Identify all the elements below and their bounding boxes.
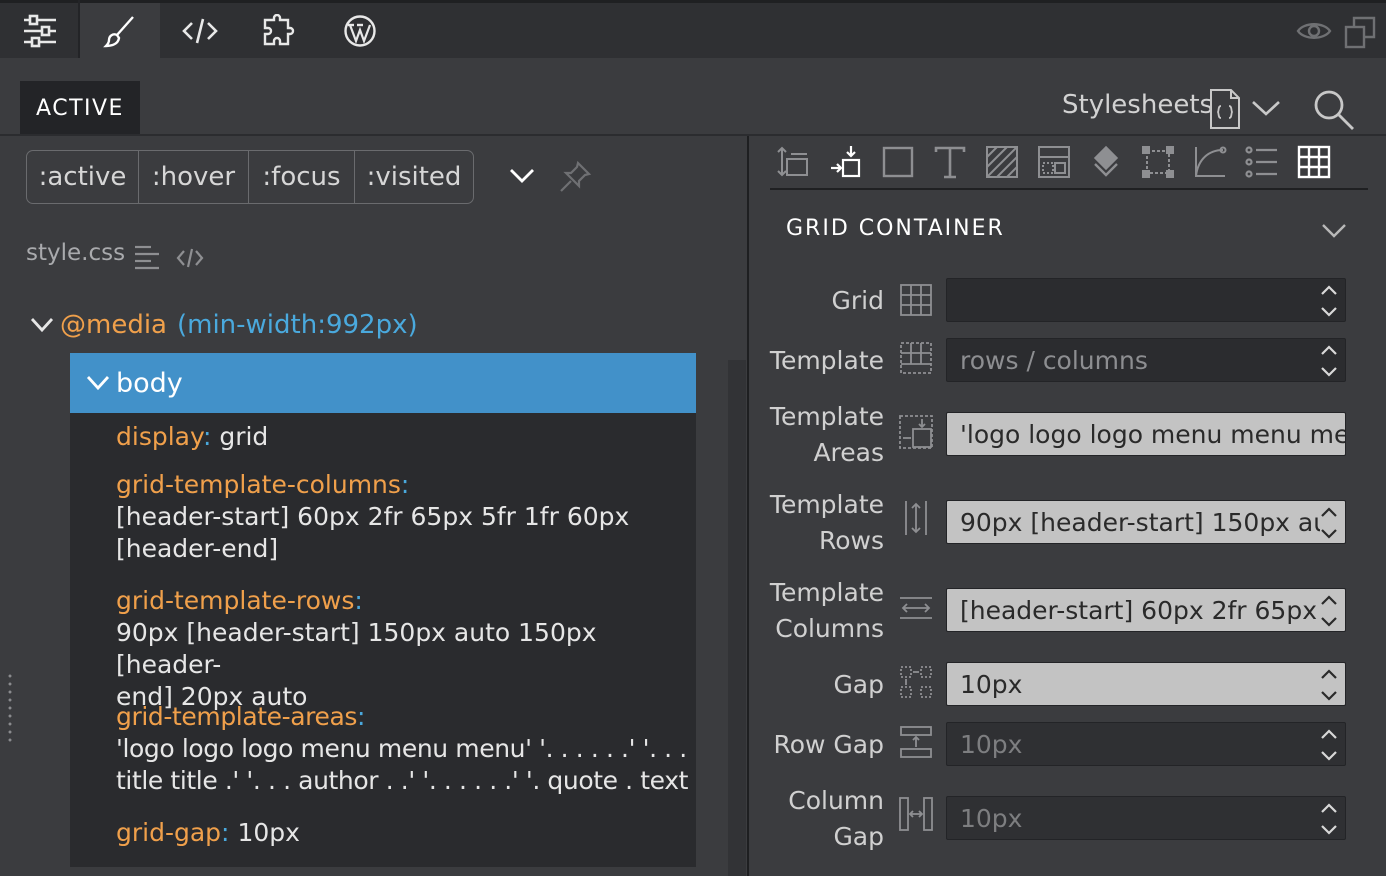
row-gap-label: Row Gap bbox=[773, 730, 885, 759]
background-icon[interactable] bbox=[978, 138, 1026, 186]
column-gap-input[interactable]: 10px bbox=[946, 796, 1346, 840]
list-icon[interactable] bbox=[1238, 138, 1286, 186]
position-icon[interactable] bbox=[770, 138, 818, 186]
row-gap-input[interactable]: 10px bbox=[946, 722, 1346, 766]
pseudo-state-group: :active :hover :focus :visited bbox=[26, 150, 474, 204]
selector-row[interactable]: body bbox=[70, 353, 696, 413]
template-areas-input[interactable]: 'logo logo logo menu menu menu' bbox=[946, 412, 1346, 456]
template-columns-input[interactable]: [header-start] 60px 2fr 65px 5fr 1fr 60p… bbox=[946, 588, 1346, 632]
wordpress-icon[interactable] bbox=[320, 3, 400, 58]
property-value-line: 90px [header-start] 150px auto 150px [he… bbox=[116, 618, 597, 679]
media-keyword: @media bbox=[60, 310, 167, 340]
template-columns-label: Template Columns bbox=[769, 578, 884, 643]
template-rows-input[interactable]: 90px [header-start] 150px auto 150px [he… bbox=[946, 500, 1346, 544]
gap-input[interactable]: 10px bbox=[946, 662, 1346, 706]
grid-active-icon[interactable] bbox=[1290, 138, 1338, 186]
row-gap-icon bbox=[898, 724, 934, 760]
stylesheet-file-icon[interactable] bbox=[1208, 88, 1242, 130]
spinner-icon[interactable] bbox=[1319, 343, 1339, 379]
property-name: grid-gap bbox=[116, 818, 222, 847]
view-code-icon[interactable] bbox=[176, 247, 204, 269]
template-input[interactable]: rows / columns bbox=[946, 338, 1346, 382]
property-category-bar bbox=[770, 138, 1370, 188]
selector-name: body bbox=[116, 367, 183, 399]
stylesheets-label[interactable]: Stylesheets bbox=[1062, 90, 1213, 120]
section-chevron-down-icon[interactable] bbox=[1320, 222, 1348, 240]
spinner-icon[interactable] bbox=[1319, 727, 1339, 763]
stylesheets-chevron-down-icon[interactable] bbox=[1250, 98, 1282, 118]
category-divider bbox=[770, 188, 1368, 190]
property-value: grid bbox=[219, 422, 269, 451]
declaration-grid-template-rows[interactable]: grid-template-rows: 90px [header-start] … bbox=[116, 585, 696, 713]
layout-icon[interactable] bbox=[1030, 138, 1078, 186]
property-value-line: [header-start] 60px 2fr 65px 5fr 1fr 60p… bbox=[116, 502, 630, 531]
template-areas-icon bbox=[898, 414, 934, 450]
stylesheet-filename[interactable]: style.css bbox=[26, 240, 125, 266]
gap-icon bbox=[898, 664, 934, 700]
property-name: grid-template-areas bbox=[116, 702, 358, 731]
code-icon[interactable] bbox=[160, 3, 240, 58]
active-tab[interactable]: ACTIVE bbox=[20, 81, 140, 135]
puzzle-icon[interactable] bbox=[240, 3, 320, 58]
window-copy-icon[interactable] bbox=[1344, 15, 1376, 49]
drag-handle[interactable] bbox=[8, 672, 12, 744]
border-icon[interactable] bbox=[1134, 138, 1182, 186]
declaration-display[interactable]: display: grid bbox=[116, 421, 696, 453]
top-toolbar bbox=[0, 0, 1386, 58]
eye-icon[interactable] bbox=[1296, 19, 1332, 43]
media-query: (min-width:992px) bbox=[176, 310, 418, 340]
template-rows-icon bbox=[898, 500, 934, 536]
effects-icon[interactable] bbox=[1082, 138, 1130, 186]
brush-icon[interactable] bbox=[80, 3, 160, 58]
declaration-grid-template-areas[interactable]: grid-template-areas: 'logo logo logo men… bbox=[116, 701, 696, 797]
template-areas-label: Template Areas bbox=[769, 402, 884, 467]
template-label: Template bbox=[769, 346, 884, 375]
search-icon[interactable] bbox=[1312, 88, 1356, 132]
display-icon[interactable] bbox=[822, 138, 870, 186]
template-columns-icon bbox=[898, 590, 934, 626]
declaration-grid-gap[interactable]: grid-gap: 10px bbox=[116, 817, 696, 849]
spinner-icon[interactable] bbox=[1319, 667, 1339, 703]
spinner-icon[interactable] bbox=[1319, 801, 1339, 837]
grid-input[interactable] bbox=[946, 278, 1346, 322]
column-gap-icon bbox=[898, 796, 934, 832]
property-value-line: [header-end] bbox=[116, 534, 279, 563]
selector-chevron-down-icon[interactable] bbox=[86, 374, 110, 392]
grid-icon bbox=[898, 282, 934, 318]
property-value: 10px bbox=[237, 818, 300, 847]
section-title[interactable]: GRID CONTAINER bbox=[786, 216, 1005, 241]
property-name: grid-template-rows bbox=[116, 586, 355, 615]
state-focus-button[interactable]: :focus bbox=[249, 151, 355, 203]
spinner-icon[interactable] bbox=[1319, 283, 1339, 319]
state-active-button[interactable]: :active bbox=[27, 151, 139, 203]
template-rows-label: Template Rows bbox=[769, 490, 884, 555]
grid-template-icon bbox=[898, 340, 934, 376]
format-lines-icon[interactable] bbox=[133, 244, 161, 270]
grid-label: Grid bbox=[831, 286, 884, 315]
declaration-grid-template-columns[interactable]: grid-template-columns: [header-start] 60… bbox=[116, 469, 696, 565]
box-icon[interactable] bbox=[874, 138, 922, 186]
spinner-icon[interactable] bbox=[1319, 593, 1339, 629]
property-value-line: 'logo logo logo menu menu menu' '. . . .… bbox=[116, 734, 687, 763]
pin-icon[interactable] bbox=[558, 160, 592, 194]
property-name: display bbox=[116, 422, 203, 451]
typography-icon[interactable] bbox=[926, 138, 974, 186]
header-divider bbox=[0, 134, 1386, 136]
spinner-icon[interactable] bbox=[1319, 505, 1339, 541]
property-name: grid-template-columns bbox=[116, 470, 401, 499]
media-rule-row[interactable]: @media (min-width:992px) bbox=[30, 305, 418, 345]
state-visited-button[interactable]: :visited bbox=[355, 151, 473, 203]
property-value-line: title title .' '. . . author . .' '. . .… bbox=[116, 766, 696, 795]
toolbar-separator bbox=[78, 0, 80, 58]
settings-sliders-icon[interactable] bbox=[0, 3, 80, 58]
column-gap-label: Column Gap bbox=[788, 786, 884, 851]
transition-curve-icon[interactable] bbox=[1186, 138, 1234, 186]
states-chevron-down-icon[interactable] bbox=[508, 166, 536, 186]
state-hover-button[interactable]: :hover bbox=[139, 151, 249, 203]
gap-label: Gap bbox=[833, 670, 884, 699]
media-chevron-down-icon[interactable] bbox=[30, 316, 54, 334]
